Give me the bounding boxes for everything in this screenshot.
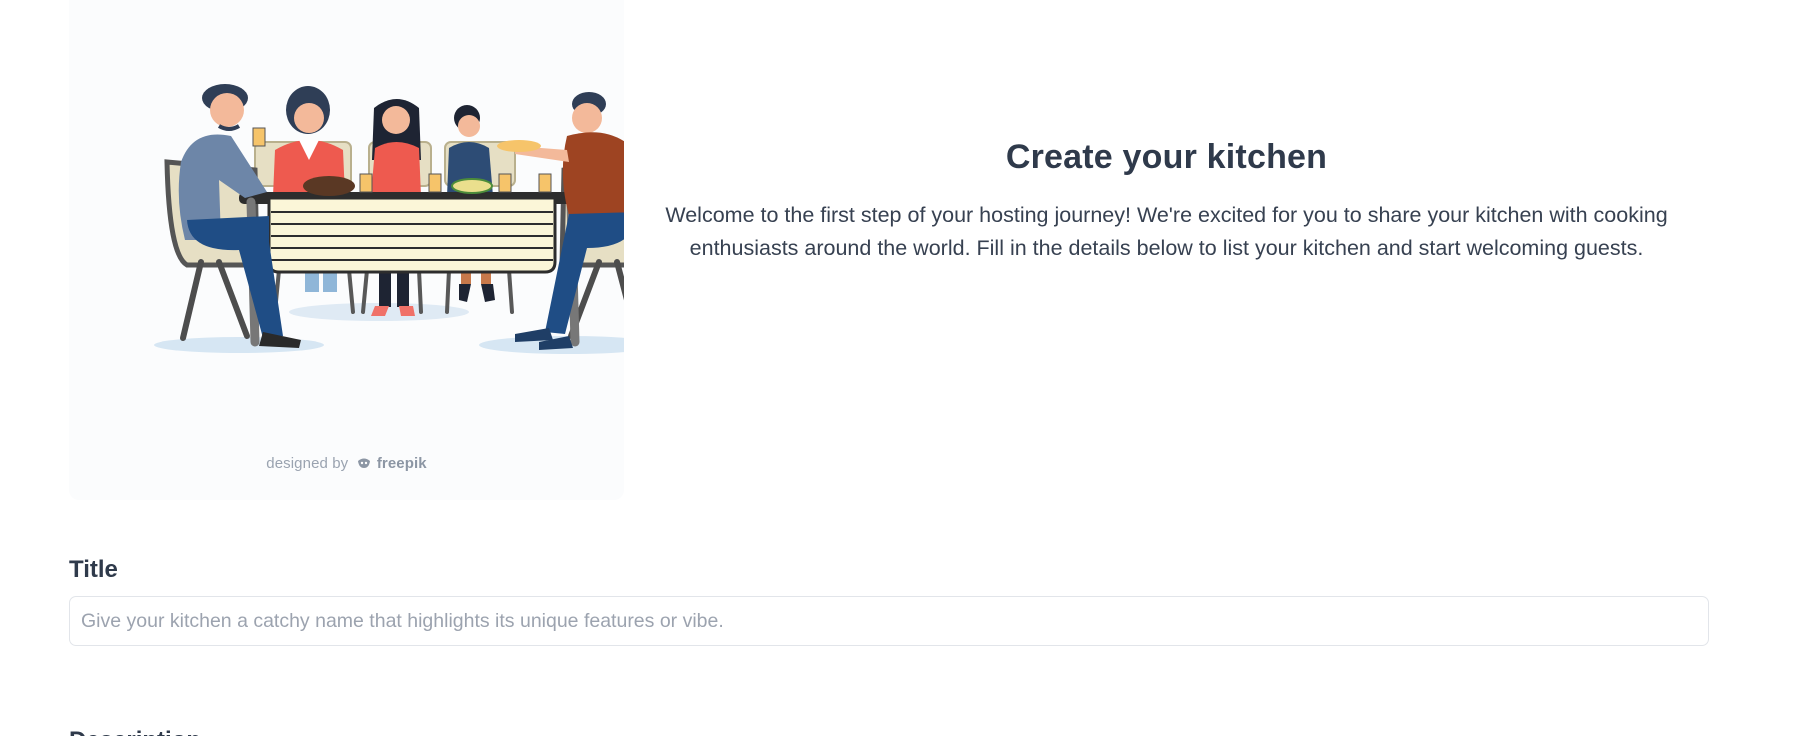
title-input[interactable] [69, 596, 1709, 646]
dinner-table-illustration: designed by freepik [69, 0, 624, 500]
title-label: Title [69, 556, 118, 583]
description-label: Description [69, 727, 201, 736]
illustration-credit: designed by freepik [69, 455, 624, 472]
create-kitchen-page: designed by freepik Create your kitchen … [0, 0, 1814, 736]
page-title: Create your kitchen [1005, 138, 1328, 176]
freepik-logo-icon [357, 458, 370, 468]
intro-block: Create your kitchen Welcome to the first… [628, 138, 1705, 265]
hero-section: designed by freepik Create your kitchen … [69, 0, 1709, 500]
credit-prefix: designed by [266, 455, 349, 472]
intro-description: Welcome to the first step of your hostin… [665, 203, 1668, 260]
dinner-party-image [154, 84, 624, 354]
credit-brand: freepik [376, 455, 427, 472]
